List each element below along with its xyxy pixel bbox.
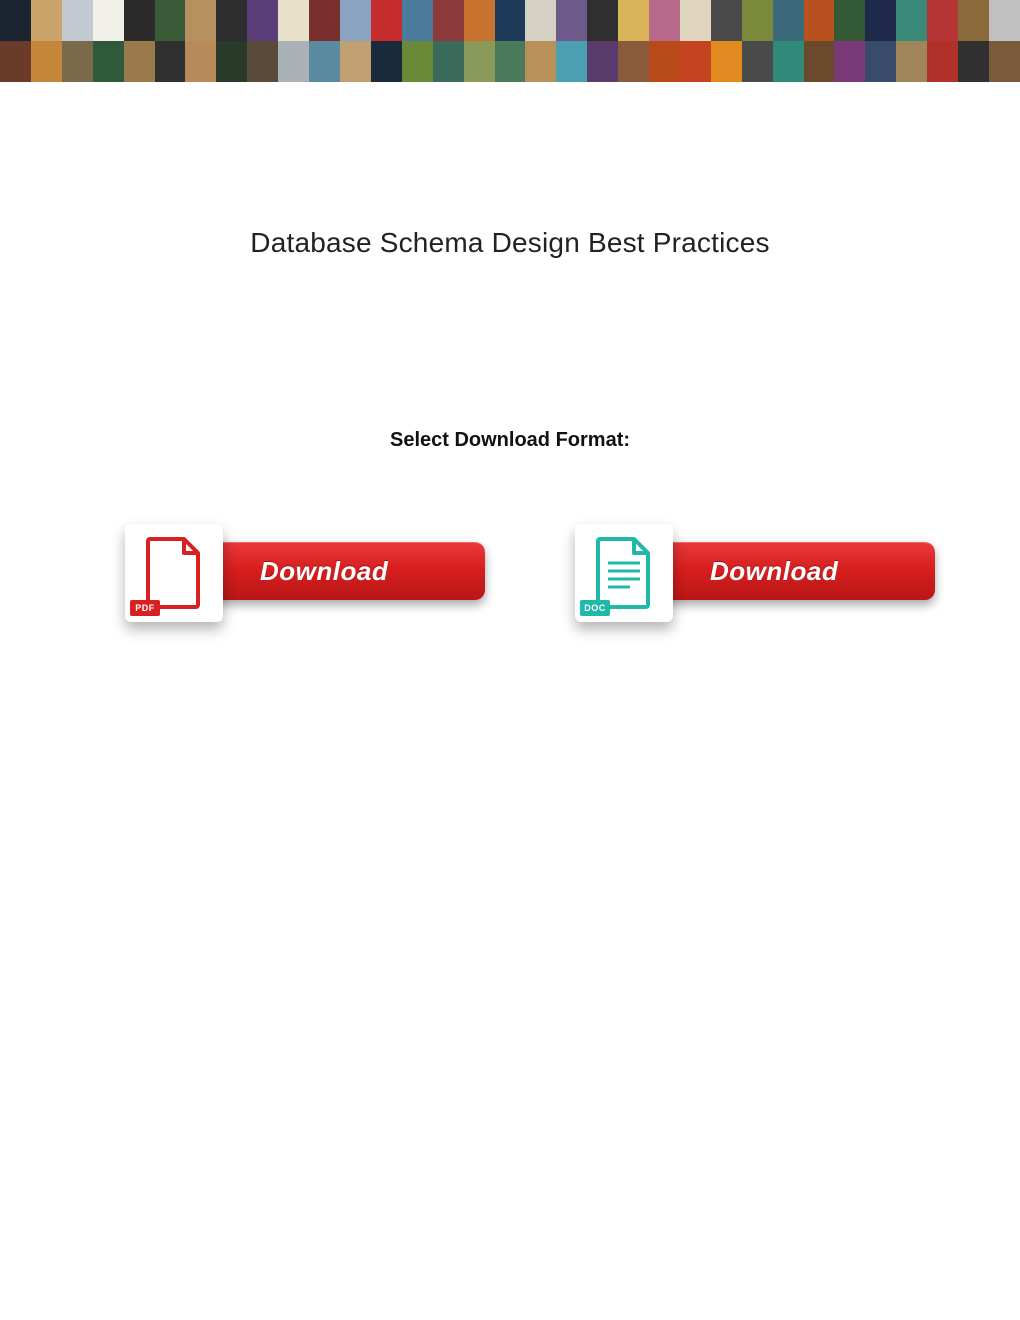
banner-tile (185, 41, 216, 82)
banner-tile (927, 0, 958, 41)
banner-tile (62, 41, 93, 82)
banner-tile (402, 0, 433, 41)
banner-tile (927, 41, 958, 82)
banner-tile (309, 41, 340, 82)
download-buttons-row: Download PDF Download DOC (0, 522, 1020, 632)
banner-tile (247, 0, 278, 41)
banner-tile (216, 0, 247, 41)
banner-tile (773, 0, 804, 41)
banner-tile (340, 41, 371, 82)
banner-tile (155, 41, 186, 82)
download-doc-group: Download DOC (555, 522, 915, 632)
download-pdf-label: Download (260, 556, 388, 587)
banner-tile (62, 0, 93, 41)
select-format-label: Select Download Format: (0, 429, 1020, 452)
download-pdf-button[interactable]: Download (205, 542, 485, 600)
banner-tile (556, 0, 587, 41)
banner-tile (0, 41, 31, 82)
banner-tile (31, 0, 62, 41)
banner-tile (31, 41, 62, 82)
banner-tile (773, 41, 804, 82)
banner-tile (865, 0, 896, 41)
banner-tile (495, 0, 526, 41)
download-doc-label: Download (710, 556, 838, 587)
banner-tile (433, 41, 464, 82)
doc-file-icon (594, 537, 654, 609)
banner-tile (124, 0, 155, 41)
banner-tile (371, 0, 402, 41)
download-pdf-group: Download PDF (105, 522, 465, 632)
banner-tile (464, 41, 495, 82)
banner-tile (247, 41, 278, 82)
banner-tile (556, 41, 587, 82)
banner-tile (278, 41, 309, 82)
banner-tile (804, 41, 835, 82)
banner-tile (340, 0, 371, 41)
banner-tile (649, 0, 680, 41)
doc-icon-card[interactable]: DOC (575, 524, 673, 622)
download-doc-button[interactable]: Download (655, 542, 935, 600)
banner-tile (711, 41, 742, 82)
banner-tile (804, 0, 835, 41)
banner-tile (711, 0, 742, 41)
banner-tile (433, 0, 464, 41)
banner-tile (464, 0, 495, 41)
banner-tile (185, 0, 216, 41)
banner-tile (93, 41, 124, 82)
page-title: Database Schema Design Best Practices (0, 227, 1020, 259)
banner-tile (618, 41, 649, 82)
banner-tile (587, 41, 618, 82)
banner-tile (93, 0, 124, 41)
banner-tile (742, 0, 773, 41)
banner-tile (402, 41, 433, 82)
banner-tile (865, 41, 896, 82)
banner-tile (155, 0, 186, 41)
banner-tile (896, 41, 927, 82)
banner-tile (680, 41, 711, 82)
banner-tile (649, 41, 680, 82)
banner-tile (834, 41, 865, 82)
banner-tile (124, 41, 155, 82)
banner-tile (834, 0, 865, 41)
banner-tile (958, 41, 989, 82)
banner-tile (742, 41, 773, 82)
faint-background-band (0, 388, 1020, 414)
banner-tile (525, 0, 556, 41)
banner-tile (278, 0, 309, 41)
banner-tile (989, 41, 1020, 82)
banner-tile (989, 0, 1020, 41)
banner-collage (0, 0, 1020, 82)
pdf-badge: PDF (130, 600, 160, 616)
banner-tile (618, 0, 649, 41)
banner-tile (0, 0, 31, 41)
pdf-icon-card[interactable]: PDF (125, 524, 223, 622)
banner-tile (525, 41, 556, 82)
banner-tile (309, 0, 340, 41)
banner-tile (587, 0, 618, 41)
banner-tile (216, 41, 247, 82)
banner-tile (371, 41, 402, 82)
banner-tile (495, 41, 526, 82)
banner-tile (680, 0, 711, 41)
banner-tile (958, 0, 989, 41)
doc-badge: DOC (580, 600, 610, 616)
pdf-file-icon (144, 537, 204, 609)
banner-tile (896, 0, 927, 41)
